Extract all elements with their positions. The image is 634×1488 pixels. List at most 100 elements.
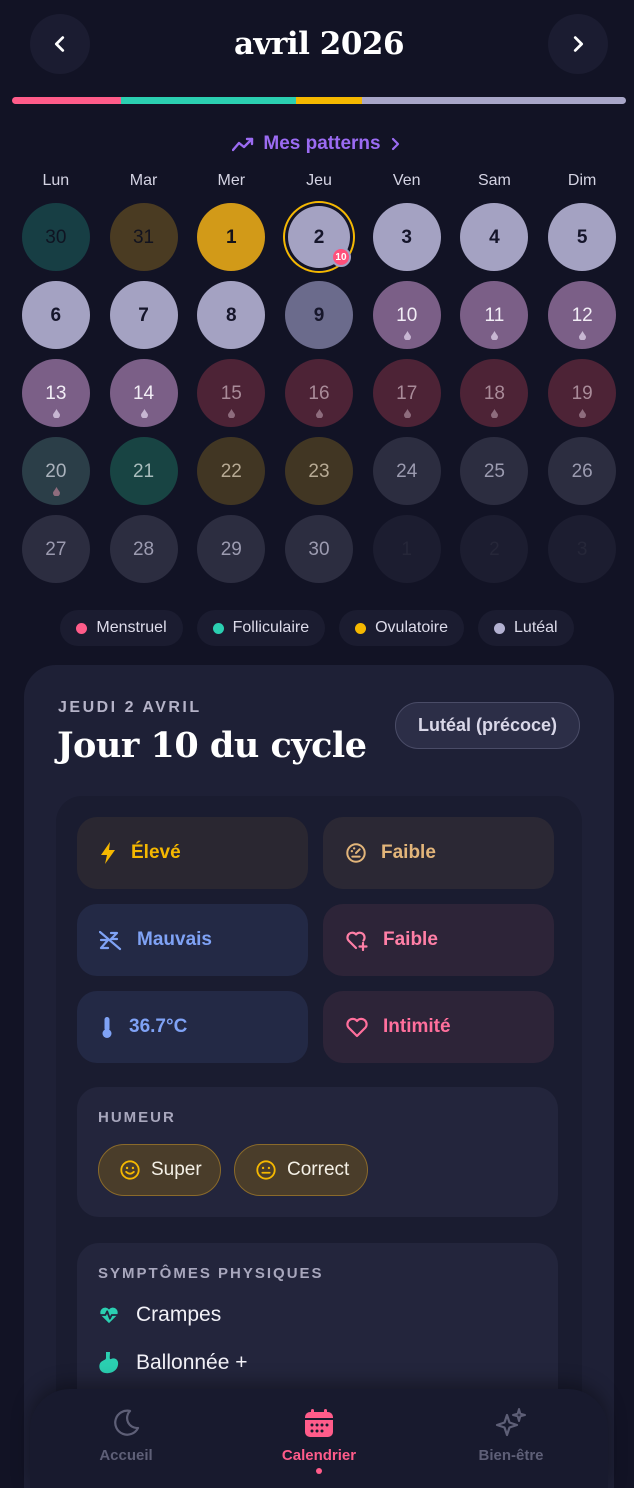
calendar-cell: 7: [100, 281, 188, 349]
calendar-day[interactable]: 18: [460, 359, 529, 427]
calendar-day[interactable]: 15: [197, 359, 266, 427]
drop-icon: [403, 409, 411, 418]
calendar-day[interactable]: 14: [109, 359, 178, 427]
day-number: 12: [571, 304, 593, 326]
mood-section: HUMEUR Super Correct: [77, 1087, 558, 1217]
symptom-label: Crampes: [136, 1303, 222, 1326]
day-number: 7: [138, 304, 149, 326]
calendar-day[interactable]: 16: [284, 359, 353, 427]
day-detail-card: JEUDI 2 AVRIL Jour 10 du cycle Lutéal (p…: [24, 665, 614, 1488]
mood-chip-label: Correct: [287, 1159, 350, 1180]
legend-label: Menstruel: [96, 619, 167, 636]
calendar-cell: 10: [363, 281, 451, 349]
day-number: 29: [220, 538, 242, 560]
tab-label: Bien-être: [478, 1447, 544, 1464]
heart-icon: [346, 1017, 368, 1038]
next-month-button[interactable]: [548, 14, 608, 74]
calendar-cell: 23: [275, 437, 363, 505]
phase-badge[interactable]: Lutéal (précoce): [394, 702, 580, 749]
drop-icon: [579, 331, 587, 340]
symptom-item[interactable]: Ballonnée +: [98, 1351, 248, 1375]
calendar-day[interactable]: 28: [109, 515, 178, 583]
my-patterns-link[interactable]: Mes patterns: [0, 131, 634, 157]
calendar-cell: 11: [451, 281, 539, 349]
calendar-day[interactable]: 27: [21, 515, 90, 583]
legend-item-ovulatory: Ovulatoire: [339, 610, 465, 646]
tab-wellbeing[interactable]: Bien-être: [431, 1407, 591, 1464]
calendar-day[interactable]: 2: [460, 515, 529, 583]
calendar-day[interactable]: 23: [284, 437, 353, 505]
tab-calendar[interactable]: Calendrier: [239, 1407, 399, 1474]
calendar-day[interactable]: 3: [372, 203, 441, 271]
day-number: 11: [484, 304, 505, 326]
weekday-label: Sam: [477, 172, 511, 189]
calendar-day[interactable]: 26: [548, 437, 617, 505]
calendar-day[interactable]: 7: [109, 281, 178, 349]
calendar-day[interactable]: 13: [21, 359, 90, 427]
tab-home[interactable]: Accueil: [46, 1407, 206, 1464]
calendar-cell: 22: [187, 437, 275, 505]
day-number: 30: [308, 538, 330, 560]
calendar-day[interactable]: 8: [197, 281, 266, 349]
calendar-day[interactable]: 29: [197, 515, 266, 583]
mood-chip-super[interactable]: Super: [98, 1144, 221, 1196]
calendar-day[interactable]: 30: [21, 203, 90, 271]
previous-month-button[interactable]: [30, 14, 90, 74]
intimacy-metric[interactable]: Intimité: [323, 991, 554, 1063]
drop-icon: [52, 487, 60, 496]
symptom-item[interactable]: Crampes: [98, 1303, 221, 1327]
calendar-cell: 21: [100, 437, 188, 505]
calendar-day[interactable]: 10: [372, 281, 441, 349]
my-patterns-label: Mes patterns: [263, 133, 381, 154]
calendar-day[interactable]: 25: [460, 437, 529, 505]
calendar-cell: 30: [12, 203, 100, 271]
libido-metric[interactable]: Faible: [323, 904, 554, 976]
calendar-day[interactable]: 11: [460, 281, 529, 349]
day-number: 2: [313, 226, 325, 248]
legend-dot: [355, 622, 367, 634]
calendar-day[interactable]: 20: [21, 437, 90, 505]
calendar-day[interactable]: 31: [109, 203, 178, 271]
active-tab-indicator: [316, 1468, 322, 1474]
moon-icon: [114, 1409, 140, 1436]
temperature-metric[interactable]: 36.7°C: [77, 991, 308, 1063]
day-number: 26: [571, 460, 593, 482]
heartbeat-icon: [99, 1307, 119, 1324]
phase-legend: Menstruel Folliculaire Ovulatoire Lutéal: [0, 610, 634, 646]
calendar-day[interactable]: 5: [548, 203, 617, 271]
calendar-day[interactable]: 19: [548, 359, 617, 427]
calendar-day[interactable]: 17: [372, 359, 441, 427]
trend-icon: [232, 137, 254, 152]
sleep-off-icon: [99, 930, 122, 951]
month-header: avril 2026: [30, 14, 608, 74]
calendar-day[interactable]: 24: [372, 437, 441, 505]
calendar-day[interactable]: 9: [284, 281, 353, 349]
day-number: 18: [483, 382, 505, 404]
thermometer-icon: [102, 1017, 112, 1038]
calendar-day[interactable]: 3: [548, 515, 617, 583]
calendar-day[interactable]: 12: [548, 281, 617, 349]
calendar-day[interactable]: 22: [197, 437, 266, 505]
calendar-day[interactable]: 1: [372, 515, 441, 583]
energy-metric[interactable]: Élevé: [77, 817, 308, 889]
calendar-cell: 3: [538, 515, 626, 583]
calendar-day[interactable]: 30: [284, 515, 353, 583]
calendar-day[interactable]: 4: [460, 203, 529, 271]
calendar-cell: 13: [12, 359, 100, 427]
calendar-day[interactable]: 6: [21, 281, 90, 349]
calendar-day-selected[interactable]: 2 10: [284, 203, 353, 271]
mood-chip-correct[interactable]: Correct: [234, 1144, 369, 1196]
calendar-cell: 30: [275, 515, 363, 583]
weekday-label: Jeu: [306, 172, 332, 189]
day-number: 5: [576, 226, 588, 248]
calendar-cell: 14: [100, 359, 188, 427]
chevron-right-icon: [391, 137, 399, 151]
sleep-metric[interactable]: Mauvais: [77, 904, 308, 976]
calendar-day[interactable]: 21: [109, 437, 178, 505]
day-number: 3: [576, 538, 588, 560]
stress-metric[interactable]: Faible: [323, 817, 554, 889]
neutral-face-icon: [256, 1160, 276, 1180]
legend-item-follicular: Folliculaire: [196, 610, 326, 646]
day-number: 10: [396, 304, 418, 326]
calendar-day[interactable]: 1: [197, 203, 266, 271]
